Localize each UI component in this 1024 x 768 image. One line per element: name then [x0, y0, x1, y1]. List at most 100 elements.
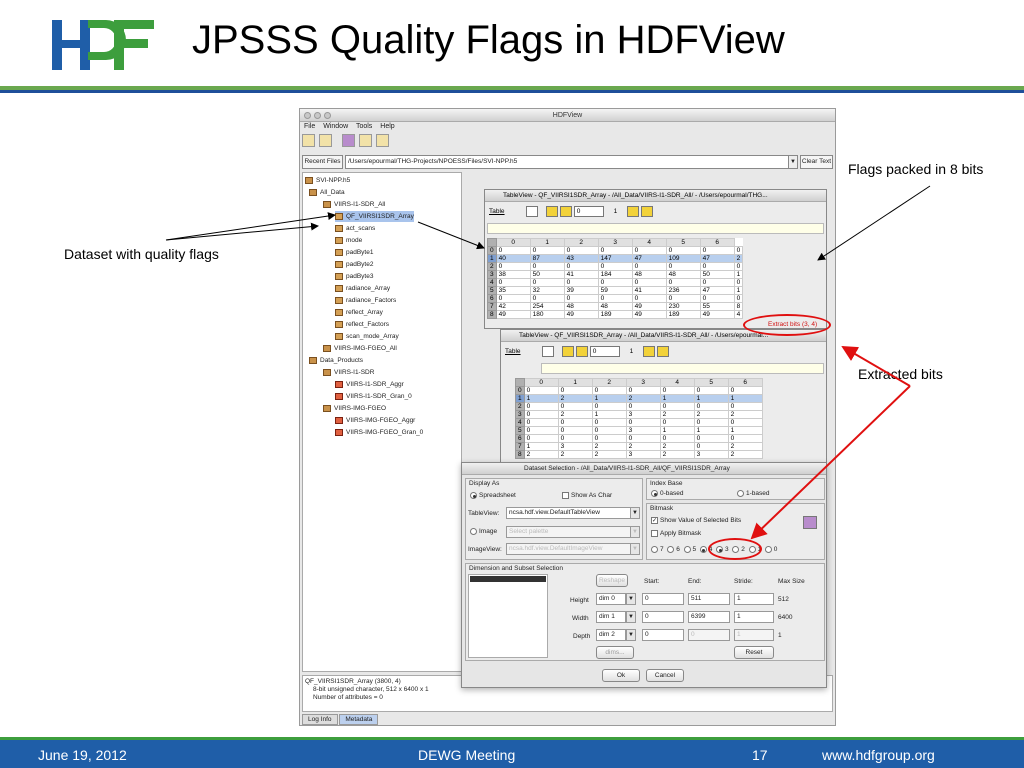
column-header[interactable]: 3	[625, 378, 661, 387]
spreadsheet-radio[interactable]: Spreadsheet	[470, 492, 516, 499]
table-cell[interactable]: 43	[563, 254, 599, 263]
column-header[interactable]: 5	[665, 238, 701, 247]
table-row[interactable]: 60000000	[515, 434, 763, 443]
table-cell[interactable]: 49	[699, 310, 735, 319]
table-cell[interactable]: 1	[693, 394, 729, 403]
dim-select[interactable]: dim 0	[596, 593, 626, 605]
menu-tools[interactable]: Tools	[356, 123, 372, 130]
table-cell[interactable]: 0	[665, 246, 701, 255]
next-page-icon[interactable]	[627, 206, 640, 217]
table-cell[interactable]: 1	[659, 426, 695, 435]
table-cell[interactable]: 0	[659, 434, 695, 443]
table-cell[interactable]: 184	[597, 270, 633, 279]
table-cell[interactable]: 1	[591, 394, 627, 403]
tree-node[interactable]: VIIRS-IMG-FGEO_Aggr	[335, 415, 415, 426]
new-file-icon[interactable]	[318, 134, 332, 147]
table-cell[interactable]: 0	[523, 386, 559, 395]
table-cell[interactable]: 0	[727, 418, 763, 427]
tree-node[interactable]: reflect_Array	[335, 307, 383, 318]
table-cell[interactable]: 0	[597, 278, 633, 287]
table-cell[interactable]: 2	[727, 442, 763, 451]
table-cell[interactable]: 0	[597, 246, 633, 255]
reshape-select[interactable]: Reshape	[596, 574, 628, 587]
tree-node[interactable]: radiance_Array	[335, 283, 390, 294]
users-guide-icon[interactable]	[358, 134, 372, 147]
table-cell[interactable]: 0	[523, 426, 559, 435]
table-row[interactable]: 1 40 87 43 147 47 109 47 2	[487, 254, 744, 263]
table-cell[interactable]: 1	[523, 394, 559, 403]
table-cell[interactable]: 41	[563, 270, 599, 279]
tree-node[interactable]: mode	[335, 235, 362, 246]
tree-node[interactable]: VIIRS-IMG-FGEO_All	[323, 343, 397, 354]
table-cell-partial[interactable]: 1	[733, 286, 744, 295]
table-cell[interactable]: 0	[727, 434, 763, 443]
help-book-icon[interactable]	[341, 134, 355, 147]
table-cell[interactable]: 47	[631, 254, 667, 263]
tableview-select[interactable]: ncsa.hdf.view.DefaultTableView	[506, 507, 632, 519]
imageview-select[interactable]: ncsa.hdf.view.DefaultImageView	[506, 543, 632, 555]
table-cell-partial[interactable]: 4	[733, 310, 744, 319]
table-row[interactable]: 50003111	[515, 426, 763, 435]
dim-select[interactable]: dim 2	[596, 629, 626, 641]
last-page-icon[interactable]	[656, 346, 669, 357]
show-as-char-checkbox[interactable]: Show As Char	[562, 492, 612, 499]
table-cell[interactable]: 0	[693, 434, 729, 443]
table-cell[interactable]: 39	[563, 286, 599, 295]
start-input[interactable]: 0	[642, 629, 684, 641]
table-cell[interactable]: 0	[529, 262, 565, 271]
tree-node[interactable]: VIIRS-I1-SDR_Aggr	[335, 379, 404, 390]
table-cell[interactable]: 2	[625, 442, 661, 451]
table-cell[interactable]: 0	[631, 262, 667, 271]
table-cell[interactable]: 1	[659, 394, 695, 403]
table-cell-partial[interactable]: 0	[733, 262, 744, 271]
table-cell[interactable]: 32	[529, 286, 565, 295]
table-cell[interactable]: 0	[495, 278, 531, 287]
recent-dropdown-icon[interactable]: ▼	[788, 155, 798, 169]
menu-window[interactable]: Window	[323, 123, 348, 130]
column-header[interactable]: 5	[693, 378, 729, 387]
table-row[interactable]: 7 42 254 48 48 49 230 55 8	[487, 302, 744, 311]
tab-metadata[interactable]: Metadata	[339, 714, 379, 725]
tree-node[interactable]: VIIRS-I1-SDR_Gran_0	[335, 391, 412, 402]
open-file-icon[interactable]	[302, 134, 315, 147]
table-row[interactable]: 400000000	[487, 278, 744, 287]
zero-based-radio[interactable]: 0-based	[651, 490, 684, 497]
table-cell[interactable]: 0	[557, 426, 593, 435]
table-row[interactable]: 40000000	[515, 418, 763, 427]
table-row[interactable]: 82223232	[515, 450, 763, 459]
table-cell[interactable]: 0	[665, 262, 701, 271]
dim-dropdown-icon[interactable]: ▼	[626, 593, 636, 605]
table-cell[interactable]: 47	[699, 286, 735, 295]
menu-file[interactable]: File	[304, 123, 315, 130]
table-cell[interactable]: 0	[665, 294, 701, 303]
table-cell[interactable]: 230	[665, 302, 701, 311]
hdf-info-icon[interactable]	[375, 134, 389, 147]
table-row[interactable]: 71322202	[515, 442, 763, 451]
table-cell[interactable]: 2	[557, 450, 593, 459]
table-cell[interactable]: 0	[727, 386, 763, 395]
dims-button[interactable]: dims...	[596, 646, 634, 659]
cell-value-field[interactable]	[487, 223, 824, 234]
page-input[interactable]: 0	[589, 346, 620, 357]
table-cell[interactable]: 0	[693, 418, 729, 427]
bit-6-radio[interactable]: 6	[667, 546, 680, 553]
tree-node[interactable]: padByte1	[335, 247, 373, 258]
palette-dropdown-icon[interactable]: ▼	[630, 526, 640, 538]
column-header[interactable]: 2	[591, 378, 627, 387]
table-cell[interactable]: 48	[665, 270, 701, 279]
table-row[interactable]: 20000000	[515, 402, 763, 411]
recent-files-button[interactable]: Recent Files	[302, 155, 343, 169]
table-cell[interactable]: 3	[625, 450, 661, 459]
first-page-icon[interactable]	[562, 346, 575, 357]
table-cell[interactable]: 0	[563, 262, 599, 271]
zoom-window-icon[interactable]	[324, 112, 331, 119]
stride-input[interactable]: 1	[734, 593, 774, 605]
table-cell[interactable]: 2	[727, 450, 763, 459]
table-cell[interactable]: 38	[495, 270, 531, 279]
table-cell[interactable]: 147	[597, 254, 633, 263]
table-cell[interactable]: 0	[557, 386, 593, 395]
table-cell[interactable]: 0	[591, 426, 627, 435]
clear-text-button[interactable]: Clear Text	[800, 155, 833, 169]
table-cell[interactable]: 0	[699, 262, 735, 271]
table-cell[interactable]: 35	[495, 286, 531, 295]
